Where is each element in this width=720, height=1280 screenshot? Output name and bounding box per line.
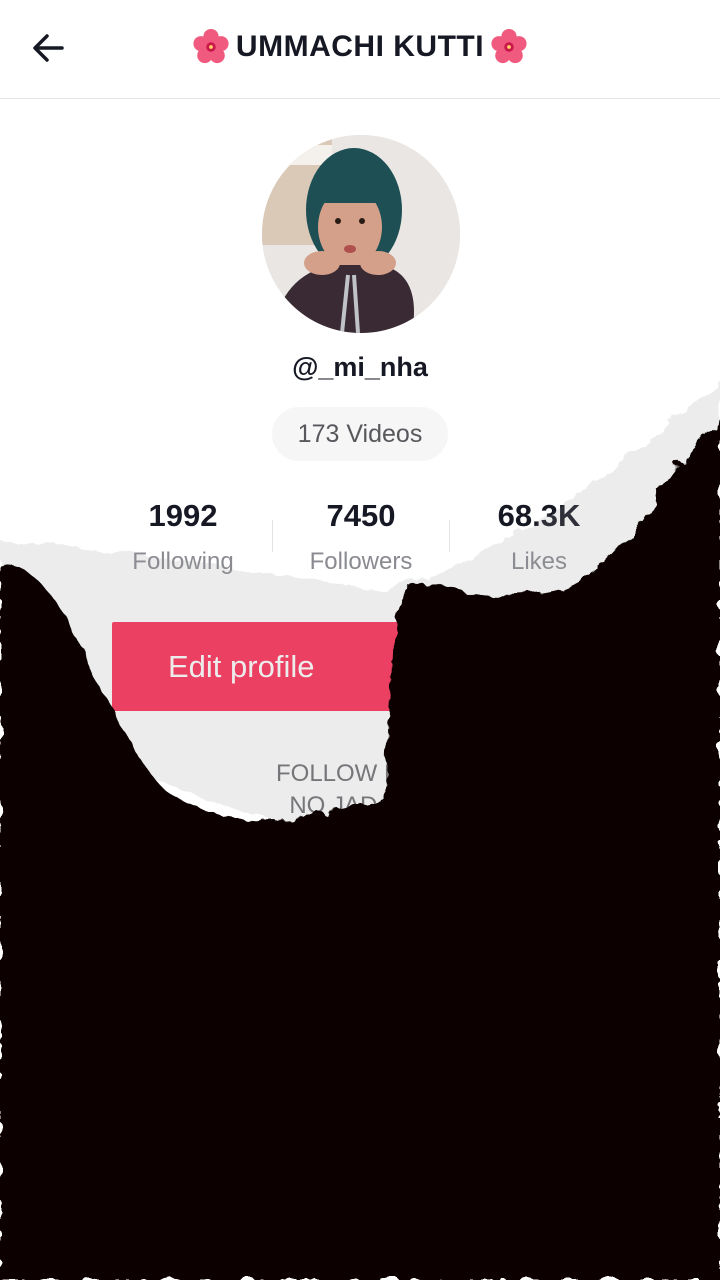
username-handle: @_mi_nha (292, 352, 428, 382)
avatar[interactable] (262, 135, 460, 333)
profile-photo (262, 135, 460, 333)
stat-value: 7450 (326, 498, 396, 533)
stat-label: Following (132, 548, 234, 575)
top-bar: UMMACHI KUTTI (0, 0, 720, 99)
stat-following[interactable]: 1992 Following (93, 498, 273, 576)
hibiscus-flower-icon (193, 28, 229, 64)
hibiscus-flower-icon (491, 28, 527, 64)
stat-value: 68.3K (497, 498, 581, 533)
bio-line-2: NO JADA FU (289, 792, 431, 819)
bio-line-1: FOLLOW ME C (275, 760, 444, 787)
profile-title-bar: UMMACHI KUTTI (0, 24, 720, 70)
stat-followers[interactable]: 7450 Followers (271, 498, 451, 576)
stat-label: Followers (309, 548, 413, 575)
page-title: UMMACHI KUTTI (235, 30, 485, 63)
stat-value: 1992 (148, 498, 218, 533)
stat-label: Likes (510, 548, 568, 575)
stat-likes[interactable]: 68.3K Likes (449, 498, 629, 576)
edit-profile-button[interactable]: Edit profile (112, 622, 412, 711)
videos-count-badge[interactable]: 173 Videos (272, 407, 448, 461)
